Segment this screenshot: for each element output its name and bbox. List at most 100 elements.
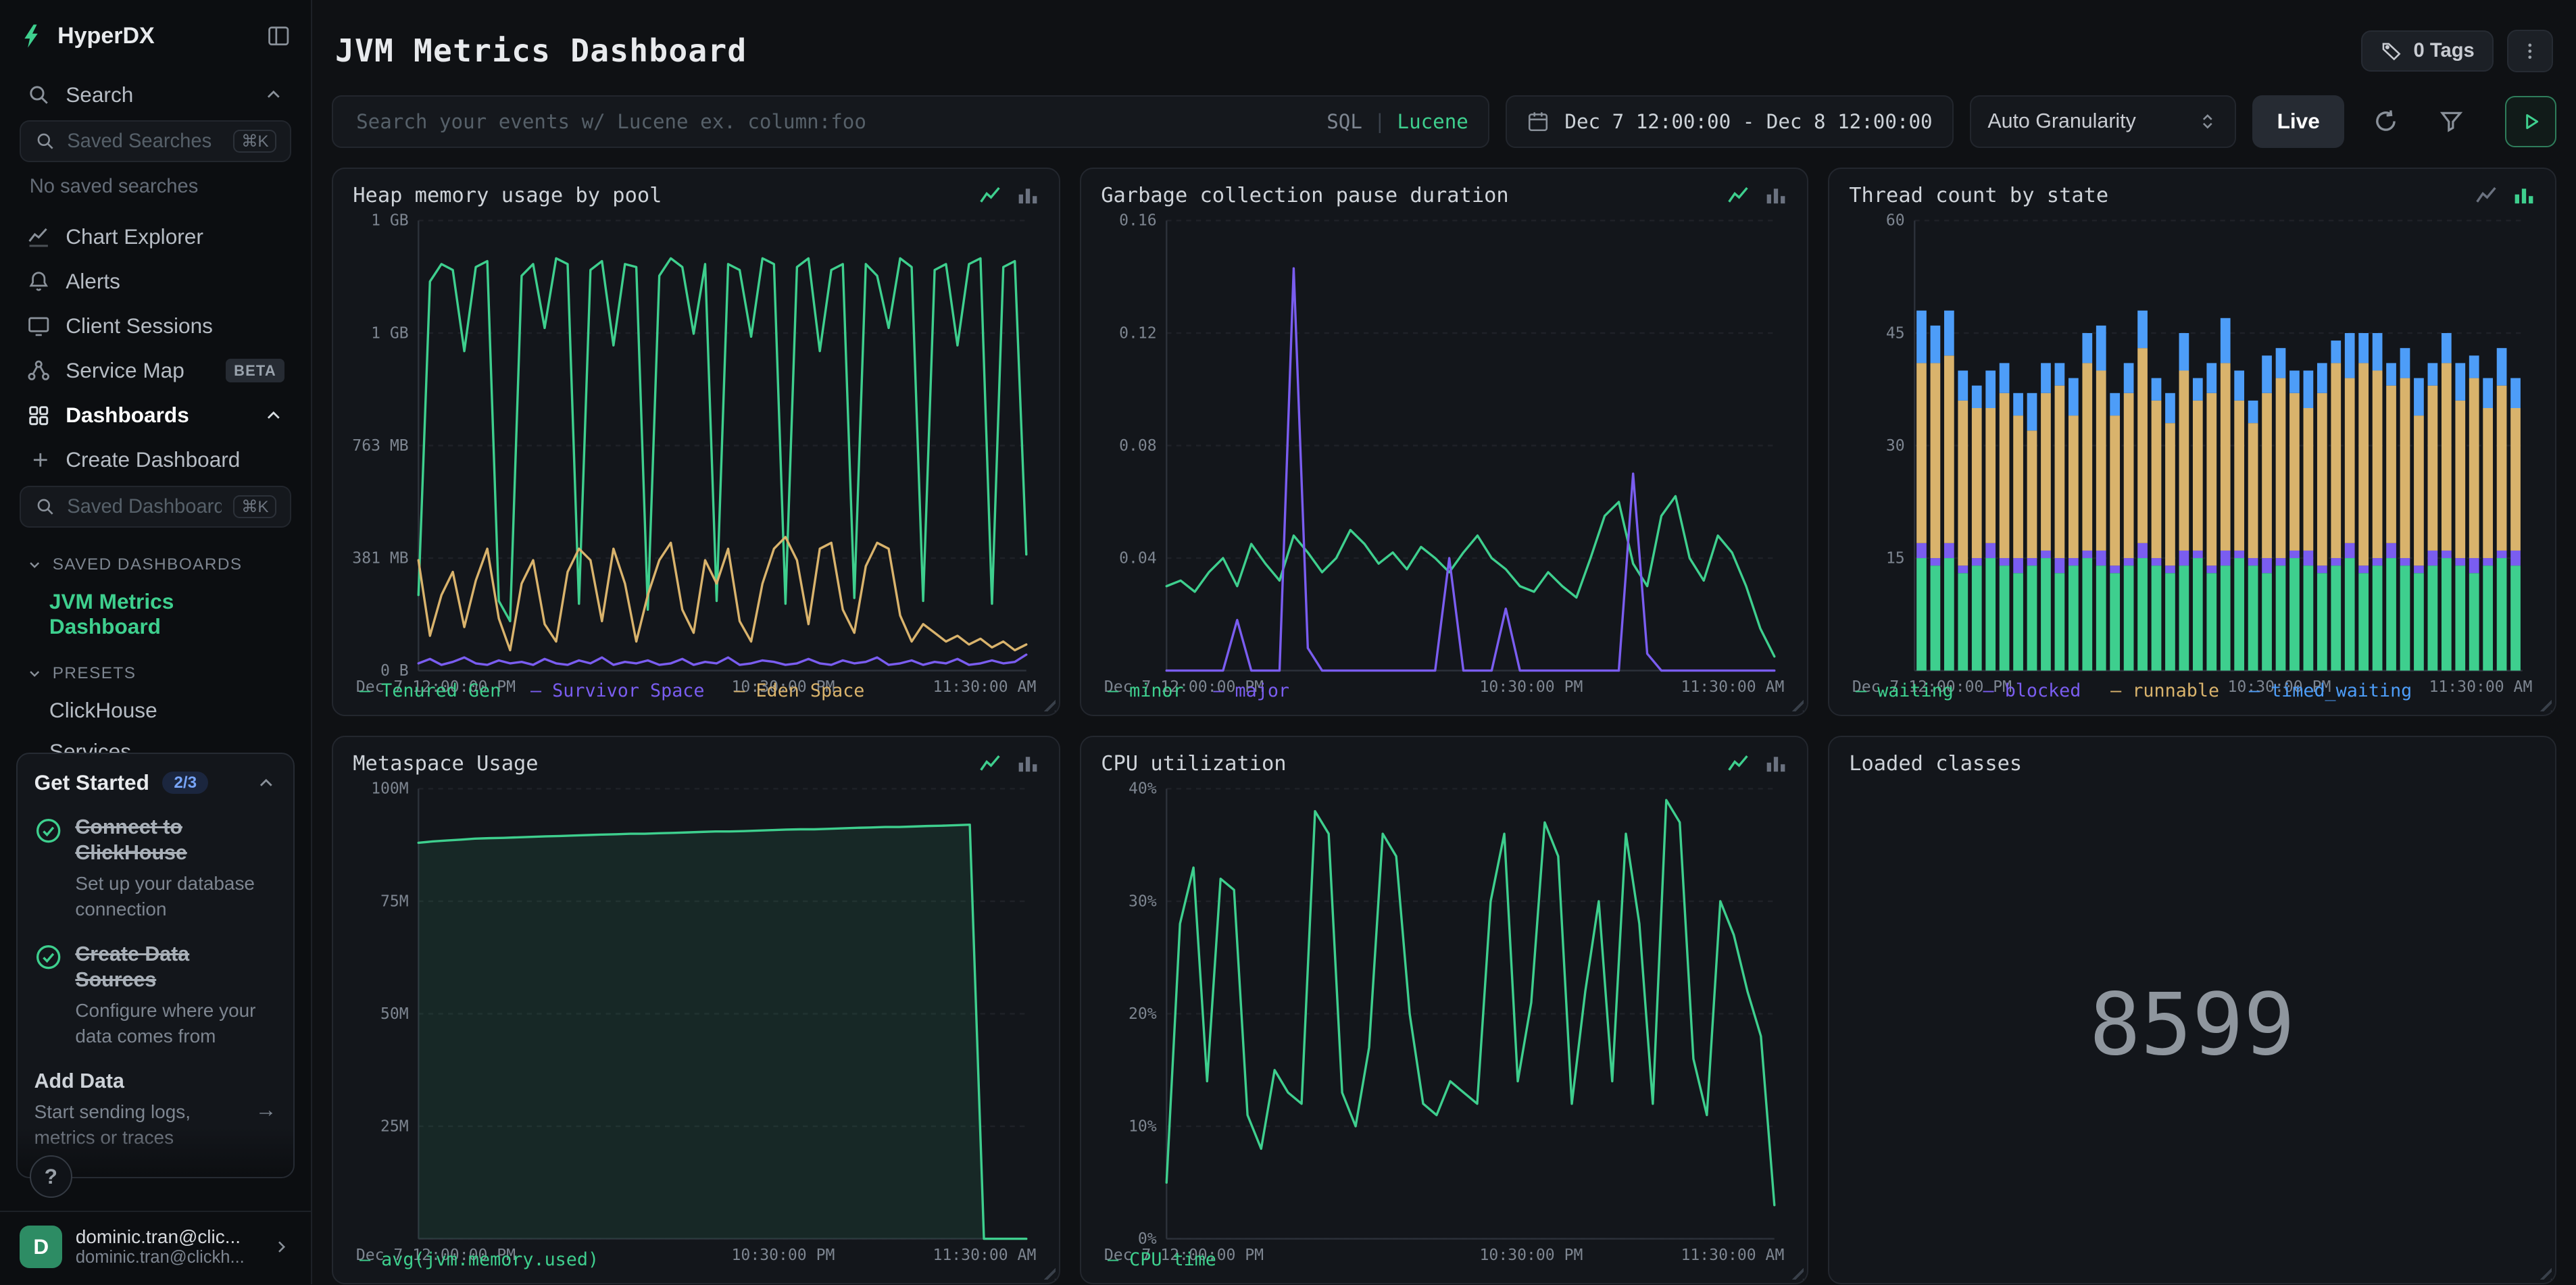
resize-handle[interactable] — [1039, 695, 1056, 712]
svg-text:60: 60 — [1886, 212, 1905, 230]
refresh-button[interactable] — [2361, 97, 2410, 146]
dashboard-grid: Heap memory usage by pool 1 GB 1 GB 763 MB… — [332, 167, 2556, 1285]
bar-chart-icon[interactable] — [1764, 752, 1787, 775]
legend-item[interactable]: — CPU time — [1108, 1249, 1216, 1270]
dashboard-link-jvm-metrics[interactable]: JVM Metrics Dashboard — [16, 581, 294, 649]
kebab-menu-button[interactable] — [2506, 29, 2553, 72]
chart-panel-metaspace: Metaspace Usage 100M 75M 50M 25M Dec 7 12:00… — [332, 736, 1060, 1285]
section-presets[interactable]: PRESETS — [16, 649, 294, 690]
line-chart-icon[interactable] — [979, 184, 1001, 207]
chart-plot[interactable]: 60 45 30 15 Dec 7 12:00:00 PM 10:30:00 PM 11:3… — [1849, 207, 2535, 696]
chart-plot[interactable]: 40% 30% 20% 10% 0% Dec 7 12:00:00 PM 10:30:00 … — [1101, 776, 1787, 1264]
chart-legend: — CPU time — [1101, 1244, 1787, 1273]
run-query-button[interactable] — [2505, 96, 2556, 147]
chart-legend: — waiting — blocked — runnable — timed_wait… — [1849, 676, 2535, 705]
tag-icon — [2381, 41, 2402, 62]
resize-handle[interactable] — [1787, 1263, 1804, 1280]
chart-plot[interactable]: 1 GB 1 GB 763 MB 381 MB 0 B Dec 7 12:00:00 PM… — [353, 207, 1039, 696]
create-dashboard-button[interactable]: Create Dashboard — [16, 438, 294, 482]
get-started-step-add-data[interactable]: Add Data Start sending logs, metrics or … — [34, 1069, 277, 1151]
beta-badge: BETA — [225, 358, 285, 383]
svg-text:1 GB: 1 GB — [371, 324, 409, 342]
chart-panel-gc-pause: Garbage collection pause duration 0.16 0.… — [1080, 167, 1808, 716]
svg-text:0.08: 0.08 — [1119, 437, 1157, 455]
resize-handle[interactable] — [2535, 1263, 2552, 1280]
legend-item[interactable]: — runnable — [2110, 680, 2219, 701]
tags-button[interactable]: 0 Tags — [2361, 30, 2494, 72]
legend-item[interactable]: — Eden Space — [734, 680, 864, 701]
legend-item[interactable]: — major — [1213, 680, 1289, 701]
line-chart-icon[interactable] — [979, 752, 1001, 775]
legend-item[interactable]: — Tenured Gen — [360, 680, 501, 701]
resize-handle[interactable] — [2535, 695, 2552, 712]
preset-clickhouse[interactable]: ClickHouse — [16, 690, 294, 731]
search-icon — [34, 130, 56, 152]
svg-text:100M: 100M — [371, 780, 409, 798]
arrow-right-icon: → — [255, 1097, 277, 1122]
legend-item[interactable]: — minor — [1108, 680, 1184, 701]
resize-handle[interactable] — [1039, 1263, 1056, 1280]
user-menu[interactable]: D dominic.tran@clic... dominic.tran@clic… — [0, 1211, 311, 1284]
legend-item[interactable]: — avg(jvm.memory.used) — [360, 1249, 599, 1270]
section-saved-dashboards[interactable]: SAVED DASHBOARDS — [16, 541, 294, 582]
loaded-classes-value: 8599 — [2089, 974, 2296, 1074]
svg-text:10%: 10% — [1129, 1117, 1157, 1135]
live-button[interactable]: Live — [2252, 95, 2345, 148]
get-started-step-connect[interactable]: Connect to ClickHouse Set up your databa… — [34, 815, 277, 922]
service-map-icon — [26, 358, 51, 382]
line-chart-icon[interactable] — [2475, 184, 2498, 207]
saved-dashboards-input[interactable]: Saved Dashboards ⌘K — [20, 485, 291, 528]
section-label-text: PRESETS — [52, 663, 137, 682]
search-icon — [34, 496, 56, 518]
date-range-picker[interactable]: Dec 7 12:00:00 - Dec 8 12:00:00 — [1506, 95, 1954, 148]
legend-item[interactable]: — blocked — [1983, 680, 2081, 701]
bar-chart-icon[interactable] — [1016, 752, 1039, 775]
svg-text:50M: 50M — [380, 1005, 409, 1023]
filter-edit-button[interactable] — [2427, 97, 2476, 146]
event-search-box[interactable]: SQL | Lucene — [332, 95, 1490, 148]
sidebar-item-service-map[interactable]: Service Map BETA — [16, 349, 294, 393]
svg-text:30%: 30% — [1129, 892, 1157, 910]
chart-plot[interactable]: 100M 75M 50M 25M Dec 7 12:00:00 PM 10:30:00 P… — [353, 776, 1039, 1264]
granularity-select[interactable]: Auto Granularity — [1970, 95, 2236, 148]
legend-item[interactable]: — Survivor Space — [530, 680, 705, 701]
bar-chart-icon[interactable] — [1016, 184, 1039, 207]
sidebar-item-alerts[interactable]: Alerts — [16, 259, 294, 303]
help-button[interactable]: ? — [29, 1155, 72, 1198]
saved-searches-placeholder: Saved Searches — [67, 130, 212, 152]
sql-mode-toggle[interactable]: SQL — [1327, 110, 1362, 133]
svg-text:381 MB: 381 MB — [353, 549, 409, 567]
lucene-mode-toggle[interactable]: Lucene — [1397, 110, 1468, 133]
bar-chart-icon[interactable] — [2512, 184, 2535, 207]
app: HyperDX Search Saved Searches ⌘K No save… — [0, 0, 2576, 1285]
line-chart-icon[interactable] — [1727, 752, 1750, 775]
avatar: D — [20, 1225, 63, 1268]
chart-plot[interactable]: 0.16 0.12 0.08 0.04 Dec 7 12:00:00 PM 10:30:0… — [1101, 207, 1787, 696]
saved-searches-input[interactable]: Saved Searches ⌘K — [20, 120, 291, 163]
collapse-sidebar-icon[interactable] — [266, 24, 291, 48]
sidebar-item-chart-explorer[interactable]: Chart Explorer — [16, 214, 294, 259]
line-chart-icon[interactable] — [1727, 184, 1750, 207]
sidebar-item-label: Chart Explorer — [66, 224, 203, 249]
get-started-progress-badge: 2/3 — [162, 772, 209, 794]
resize-handle[interactable] — [1787, 695, 1804, 712]
get-started-step-sources[interactable]: Create Data Sources Configure where your… — [34, 942, 277, 1049]
legend-item[interactable]: — waiting — [1856, 680, 1954, 701]
svg-text:25M: 25M — [380, 1117, 409, 1135]
monitor-icon — [26, 313, 51, 338]
sidebar-item-client-sessions[interactable]: Client Sessions — [16, 303, 294, 348]
chevron-up-icon — [263, 405, 284, 426]
bar-chart-icon[interactable] — [1764, 184, 1787, 207]
sidebar-item-search[interactable]: Search — [16, 72, 294, 117]
create-dashboard-label: Create Dashboard — [66, 447, 241, 472]
legend-item[interactable]: — timed_waiting — [2249, 680, 2412, 701]
sidebar-item-label: Service Map — [66, 358, 184, 383]
chart-panel-cpu: CPU utilization 40% 30% 20% 10% 0% Dec 7 12:0… — [1080, 736, 1808, 1285]
sidebar-item-dashboards[interactable]: Dashboards — [16, 393, 294, 438]
chart-panel-thread-count: Thread count by state 60 45 30 15 Dec 7 12:0… — [1828, 167, 2556, 716]
event-search-input[interactable] — [353, 108, 1314, 135]
get-started-header[interactable]: Get Started 2/3 — [34, 770, 277, 795]
preset-services[interactable]: Services — [16, 731, 294, 753]
sidebar-item-label: Client Sessions — [66, 313, 213, 338]
svg-text:15: 15 — [1886, 549, 1905, 567]
